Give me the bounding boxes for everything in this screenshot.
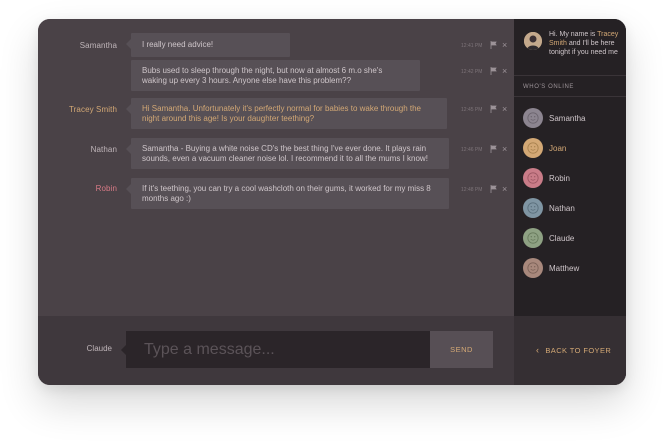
close-icon[interactable]: ×: [502, 145, 507, 154]
host-welcome: Hi. My name is Tracey Smith and I'll be …: [514, 19, 626, 76]
host-name-first: Tracey: [597, 31, 619, 38]
back-bar: ‹ BACK TO FOYER: [514, 316, 626, 385]
smiley-avatar-icon: [523, 258, 543, 278]
message-bubble: If it's teething, you can try a cool was…: [126, 178, 449, 209]
divider: [514, 96, 626, 97]
message-time: 12:46 PM: [461, 147, 483, 153]
close-icon[interactable]: ×: [502, 67, 507, 76]
smiley-avatar-icon: [523, 108, 543, 128]
flag-icon[interactable]: [490, 41, 498, 49]
close-icon[interactable]: ×: [502, 41, 507, 50]
message-author: Tracey Smith: [68, 105, 117, 114]
message-composer: Claude SEND: [38, 316, 514, 385]
online-user-samantha[interactable]: Samantha: [523, 108, 623, 128]
online-heading: WHO'S ONLINE: [523, 84, 575, 90]
composer-username: Claude: [86, 344, 112, 353]
message-author: Nathan: [90, 145, 117, 154]
online-user-matthew[interactable]: Matthew: [523, 258, 623, 278]
host-avatar: [524, 32, 542, 50]
flag-icon[interactable]: [490, 67, 498, 75]
user-name: Claude: [549, 233, 575, 243]
online-user-claude[interactable]: Claude: [523, 228, 623, 248]
message-author: Robin: [95, 184, 117, 193]
online-user-robin[interactable]: Robin: [523, 168, 623, 188]
message-text: Hi Samantha. Unfortunately it's perfectl…: [142, 103, 422, 123]
online-user-joan[interactable]: Joan: [523, 138, 623, 158]
user-name: Joan: [549, 143, 567, 153]
close-icon[interactable]: ×: [502, 185, 507, 194]
message-text: Samantha - Buying a white noise CD's the…: [142, 143, 428, 163]
send-button[interactable]: SEND: [430, 331, 493, 368]
online-user-nathan[interactable]: Nathan: [523, 198, 623, 218]
user-name: Nathan: [549, 203, 575, 213]
flag-icon[interactable]: [490, 145, 498, 153]
message-time: 12:48 PM: [461, 187, 483, 193]
close-icon[interactable]: ×: [502, 105, 507, 114]
person-icon: [524, 32, 542, 50]
chat-app-window: Samantha I really need advice! 12:41 PM …: [38, 19, 626, 385]
message-author: Samantha: [79, 41, 117, 50]
smiley-avatar-icon: [523, 228, 543, 248]
message-input[interactable]: [126, 331, 430, 368]
host-name-last: Smith: [549, 40, 567, 47]
message-time: 12:45 PM: [461, 107, 483, 113]
message-bubble: Hi Samantha. Unfortunately it's perfectl…: [126, 98, 447, 129]
message-time: 12:42 PM: [461, 69, 483, 75]
message-time: 12:41 PM: [461, 43, 483, 49]
smiley-avatar-icon: [523, 138, 543, 158]
chevron-left-icon: ‹: [536, 345, 540, 355]
message-text: I really need advice!: [142, 40, 214, 49]
back-to-foyer-button[interactable]: ‹ BACK TO FOYER: [536, 345, 611, 355]
message-bubble: Samantha - Buying a white noise CD's the…: [126, 138, 449, 169]
sidebar: Hi. My name is Tracey Smith and I'll be …: [514, 19, 626, 385]
back-label: BACK TO FOYER: [545, 345, 612, 355]
user-name: Matthew: [549, 263, 580, 273]
welcome-suffix: and I'll be here: [566, 40, 615, 47]
user-name: Robin: [549, 173, 570, 183]
message-text: Bubs used to sleep through the night, bu…: [142, 65, 383, 85]
message-bubble: I really need advice!: [126, 33, 290, 57]
welcome-message: Hi. My name is Tracey Smith and I'll be …: [549, 30, 626, 57]
message-list[interactable]: Samantha I really need advice! 12:41 PM …: [38, 19, 514, 316]
welcome-line3: tonight if you need me: [549, 49, 618, 56]
smiley-avatar-icon: [523, 168, 543, 188]
user-name: Samantha: [549, 113, 586, 123]
flag-icon[interactable]: [490, 185, 498, 193]
smiley-avatar-icon: [523, 198, 543, 218]
welcome-prefix: Hi. My name is: [549, 31, 598, 38]
message-bubble: Bubs used to sleep through the night, bu…: [131, 60, 420, 91]
flag-icon[interactable]: [490, 105, 498, 113]
message-text: If it's teething, you can try a cool was…: [142, 183, 431, 203]
